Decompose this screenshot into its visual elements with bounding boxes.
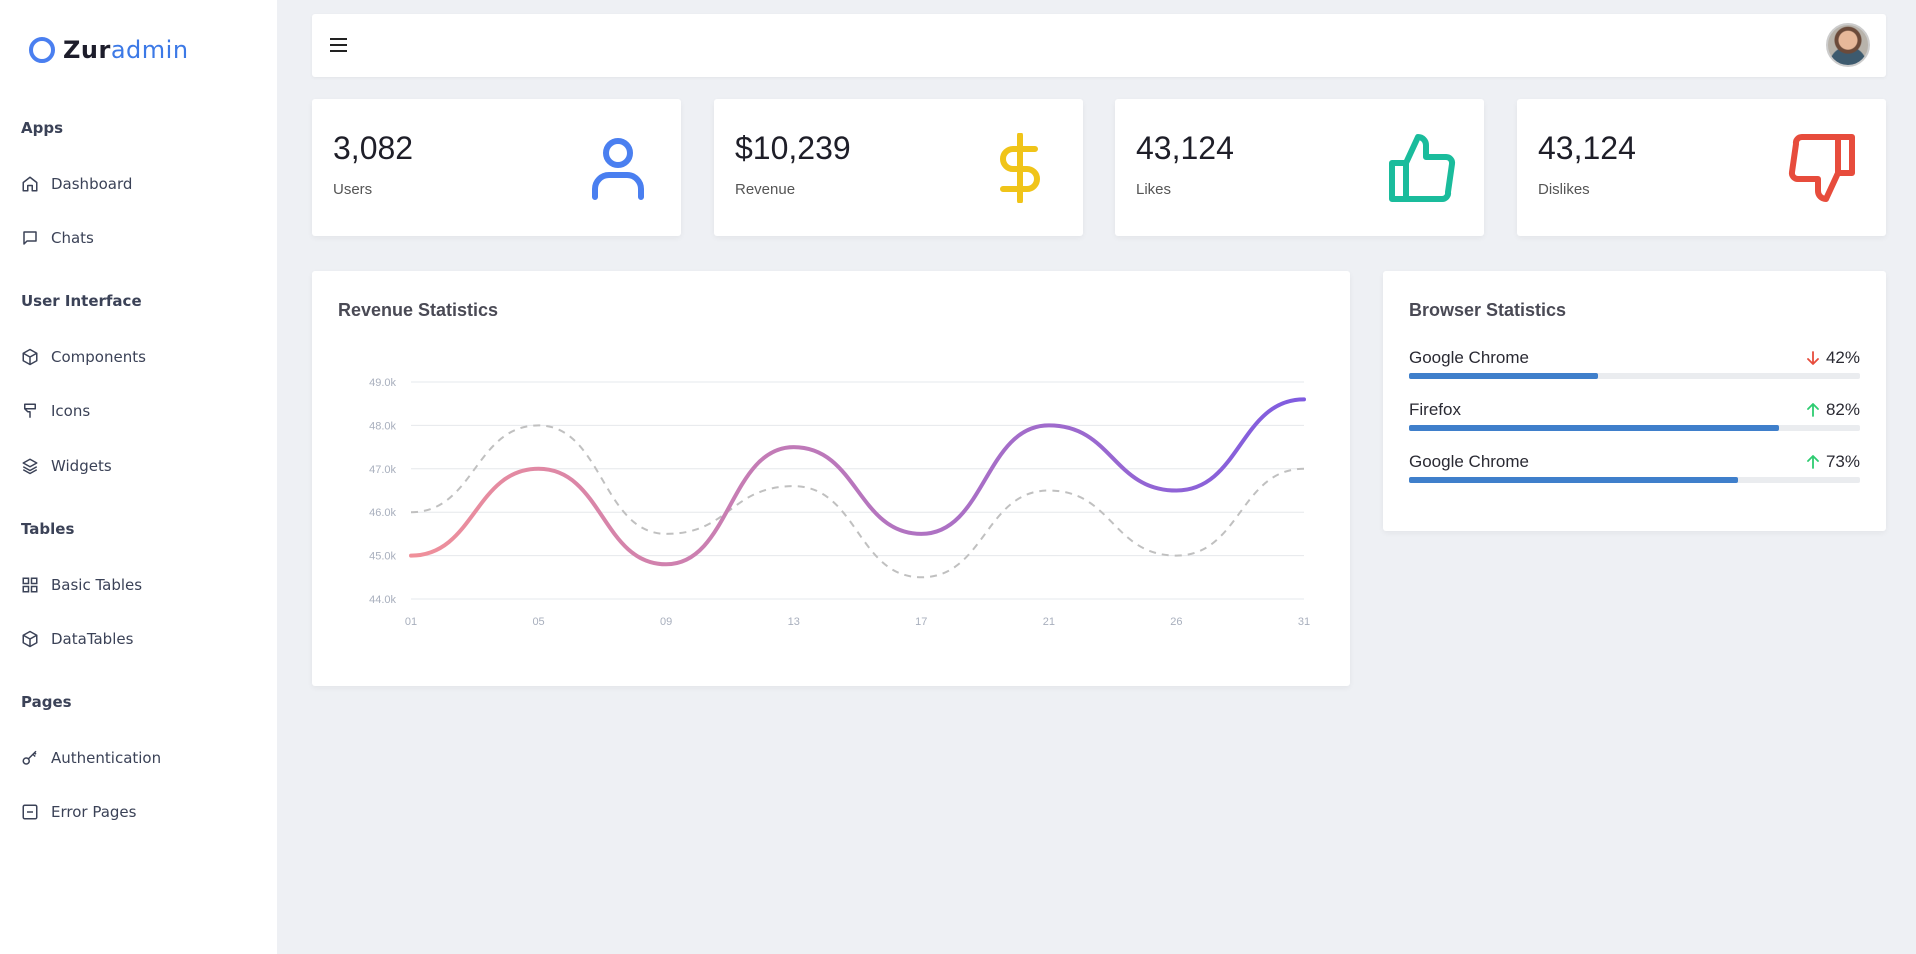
brand-name: Zuradmin xyxy=(63,36,189,64)
arrow-up-icon xyxy=(1807,403,1819,417)
browser-name: Google Chrome xyxy=(1409,452,1530,471)
y-tick-label: 48.0k xyxy=(369,420,396,432)
stat-label: Likes xyxy=(1136,181,1172,198)
thumbs-down-icon xyxy=(1788,134,1855,202)
series-line-solid xyxy=(409,397,1306,567)
box-icon xyxy=(22,630,38,648)
percentage-value: 42% xyxy=(1825,348,1860,367)
revenue-statistics-card: Revenue Statistics 44.0k 45.0k 46.0k 47.0k 4… xyxy=(312,271,1350,686)
stat-value: $10,239 xyxy=(735,130,851,166)
stat-value: 3,082 xyxy=(333,130,414,166)
sidebar-item-label: DataTables xyxy=(51,630,134,648)
sidebar-item-label: Chats xyxy=(51,229,94,247)
sidebar-item-dashboard[interactable]: Dashboard xyxy=(21,175,132,193)
stat-label: Revenue xyxy=(735,181,796,198)
logo-ring-icon xyxy=(29,37,55,63)
dollar-icon xyxy=(1000,133,1040,203)
section-apps: Apps xyxy=(21,119,64,137)
sidebar-item-label: Authentication xyxy=(51,749,162,767)
x-tick-label: 17 xyxy=(915,616,927,628)
thumbs-up-icon xyxy=(1389,134,1456,202)
y-tick-label: 47.0k xyxy=(369,464,396,476)
stat-card-likes: 43,124 Likes xyxy=(1115,99,1484,236)
key-icon xyxy=(22,750,37,765)
sidebar: Zuradmin Apps Dashboard Chats User Inter… xyxy=(0,0,277,954)
x-tick-label: 05 xyxy=(532,616,544,628)
sidebar-item-chats[interactable]: Chats xyxy=(21,229,94,247)
brand-part-1: Zur xyxy=(63,36,111,64)
sidebar-item-error-pages[interactable]: Error Pages xyxy=(21,803,136,821)
x-tick-label: 13 xyxy=(788,616,800,628)
section-user-interface: User Interface xyxy=(21,292,142,310)
x-tick-label: 31 xyxy=(1298,616,1310,628)
arrow-down-icon xyxy=(1807,351,1819,365)
sidebar-item-basic-tables[interactable]: Basic Tables xyxy=(21,576,142,594)
stat-card-revenue: $10,239 Revenue xyxy=(714,99,1083,236)
stat-label: Dislikes xyxy=(1538,181,1590,198)
browser-percentage: 73% xyxy=(1806,452,1860,472)
stat-value: 43,124 xyxy=(1136,130,1234,166)
card-title: Browser Statistics xyxy=(1409,300,1567,320)
section-tables: Tables xyxy=(21,520,75,538)
percentage-value: 73% xyxy=(1825,452,1860,471)
sidebar-item-label: Widgets xyxy=(51,457,112,475)
x-tick-label: 09 xyxy=(660,616,672,628)
stat-card-users: 3,082 Users xyxy=(312,99,681,236)
sidebar-item-label: Icons xyxy=(51,402,91,420)
arrow-up-icon xyxy=(1807,455,1819,469)
user-icon xyxy=(592,138,644,200)
brand-part-2: admin xyxy=(110,36,189,64)
browser-name: Google Chrome xyxy=(1409,348,1530,367)
y-tick-label: 45.0k xyxy=(369,551,396,563)
topbar xyxy=(312,14,1886,77)
progress-fill xyxy=(1409,477,1739,483)
percentage-value: 82% xyxy=(1825,400,1860,419)
y-tick-label: 46.0k xyxy=(369,507,396,519)
home-icon xyxy=(22,176,38,192)
stat-label: Users xyxy=(333,181,373,198)
brand-logo[interactable]: Zuradmin xyxy=(29,36,189,64)
grid-icon xyxy=(22,577,38,593)
series-line-dashed xyxy=(410,424,1305,579)
sidebar-item-label: Error Pages xyxy=(51,803,137,821)
sidebar-item-icons[interactable]: Icons xyxy=(21,402,90,420)
chat-icon xyxy=(23,231,37,245)
x-tick-label: 21 xyxy=(1043,616,1055,628)
sidebar-item-label: Dashboard xyxy=(51,175,133,193)
progress-fill xyxy=(1409,373,1599,379)
avatar[interactable] xyxy=(1826,23,1870,67)
section-pages: Pages xyxy=(21,693,72,711)
box-icon xyxy=(22,348,38,366)
sidebar-item-widgets[interactable]: Widgets xyxy=(21,457,112,475)
browser-statistics-card: Browser Statistics Google Chrome 42% Firef… xyxy=(1383,271,1886,531)
layers-icon xyxy=(22,458,38,475)
browser-percentage: 42% xyxy=(1806,348,1860,368)
x-tick-label: 01 xyxy=(405,616,417,628)
y-tick-label: 49.0k xyxy=(369,377,396,389)
revenue-chart: 44.0k 45.0k 46.0k 47.0k 48.0k 49.0k 01 05 09 13 17… xyxy=(369,377,1310,628)
browser-percentage: 82% xyxy=(1806,400,1860,420)
minus-square-icon xyxy=(22,804,38,820)
progress-fill xyxy=(1409,425,1779,431)
progress-track xyxy=(1409,477,1860,483)
sidebar-item-label: Components xyxy=(51,348,146,366)
menu-toggle-icon[interactable] xyxy=(330,38,347,52)
x-tick-label: 26 xyxy=(1170,616,1182,628)
progress-track xyxy=(1409,425,1860,431)
browser-name: Firefox xyxy=(1409,400,1461,419)
sidebar-item-label: Basic Tables xyxy=(51,576,143,594)
brush-icon xyxy=(24,403,36,418)
stat-card-dislikes: 43,124 Dislikes xyxy=(1517,99,1886,236)
sidebar-item-components[interactable]: Components xyxy=(21,348,146,366)
y-tick-label: 44.0k xyxy=(369,594,396,606)
progress-track xyxy=(1409,373,1860,379)
sidebar-item-authentication[interactable]: Authentication xyxy=(21,749,161,767)
stat-value: 43,124 xyxy=(1538,130,1636,166)
sidebar-item-datatables[interactable]: DataTables xyxy=(21,630,133,648)
